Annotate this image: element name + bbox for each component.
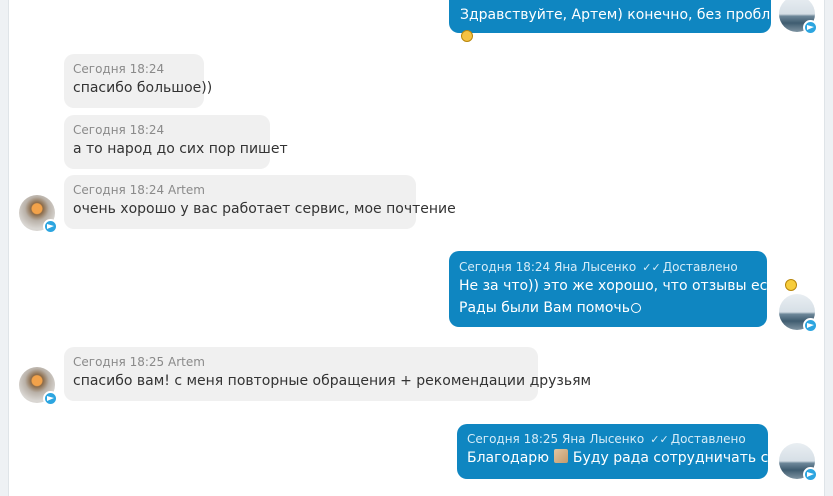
avatar-artem[interactable] bbox=[19, 367, 58, 406]
message-text: Благодарю Буду рада сотрудничать снова) bbox=[467, 449, 809, 466]
pray-emoji-icon bbox=[554, 449, 569, 463]
message-meta: Сегодня 18:24 Яна Лысенко ✓✓ Доставлено bbox=[459, 260, 738, 274]
message-text: спасибо большое)) bbox=[73, 80, 213, 96]
grin-emoji-icon bbox=[784, 279, 797, 291]
message-meta: Сегодня 18:25 Artem bbox=[73, 355, 205, 369]
message-text: Здравствуйте, Артем) конечно, без пробле… bbox=[460, 7, 790, 23]
message-incoming[interactable]: Сегодня 18:25 Artem спасибо вам! с меня … bbox=[64, 347, 592, 401]
smile-emoji-icon bbox=[630, 303, 641, 313]
avatar-artem[interactable] bbox=[19, 195, 58, 234]
double-check-icon: ✓✓ bbox=[650, 433, 669, 446]
telegram-icon bbox=[803, 318, 818, 333]
message-text: очень хорошо у вас работает сервис, мое … bbox=[73, 201, 456, 217]
avatar-yana[interactable] bbox=[779, 443, 818, 482]
delivery-status: Доставлено bbox=[670, 432, 746, 446]
left-panel-edge bbox=[0, 0, 9, 496]
message-meta: Сегодня 18:24 bbox=[73, 62, 165, 76]
telegram-icon bbox=[803, 20, 818, 35]
message-incoming[interactable]: Сегодня 18:24 спасибо большое)) bbox=[64, 54, 213, 108]
double-check-icon: ✓✓ bbox=[642, 261, 661, 274]
telegram-icon bbox=[43, 391, 58, 406]
avatar-yana[interactable] bbox=[779, 294, 818, 333]
message-incoming[interactable]: Сегодня 18:24 Artem очень хорошо у вас р… bbox=[64, 175, 456, 229]
right-panel-edge bbox=[824, 0, 833, 496]
telegram-icon bbox=[43, 219, 58, 234]
telegram-icon bbox=[803, 467, 818, 482]
message-meta: Сегодня 18:24 bbox=[73, 123, 165, 137]
message-outgoing[interactable]: Здравствуйте, Артем) конечно, без пробле… bbox=[449, 0, 789, 42]
message-text: а то народ до сих пор пишет bbox=[73, 141, 288, 157]
message-meta: Сегодня 18:24 Artem bbox=[73, 183, 205, 197]
message-incoming[interactable]: Сегодня 18:24 а то народ до сих пор пише… bbox=[64, 115, 288, 169]
message-outgoing[interactable]: Сегодня 18:24 Яна Лысенко ✓✓ Доставлено Не… bbox=[449, 251, 797, 327]
ok-hand-icon bbox=[461, 30, 473, 42]
message-outgoing[interactable]: Сегодня 18:25 Яна Лысенко ✓✓ Доставлено Бл… bbox=[457, 424, 809, 479]
message-meta: Сегодня 18:25 Яна Лысенко ✓✓ Доставлено bbox=[467, 432, 746, 446]
message-text-line: Не за что)) это же хорошо, что отзывы ес… bbox=[459, 275, 797, 297]
message-text: спасибо вам! с меня повторные обращения … bbox=[73, 373, 592, 389]
avatar-yana[interactable] bbox=[779, 0, 818, 35]
delivery-status: Доставлено bbox=[662, 260, 738, 274]
message-text-line: Рады были Вам помочь bbox=[459, 297, 757, 319]
